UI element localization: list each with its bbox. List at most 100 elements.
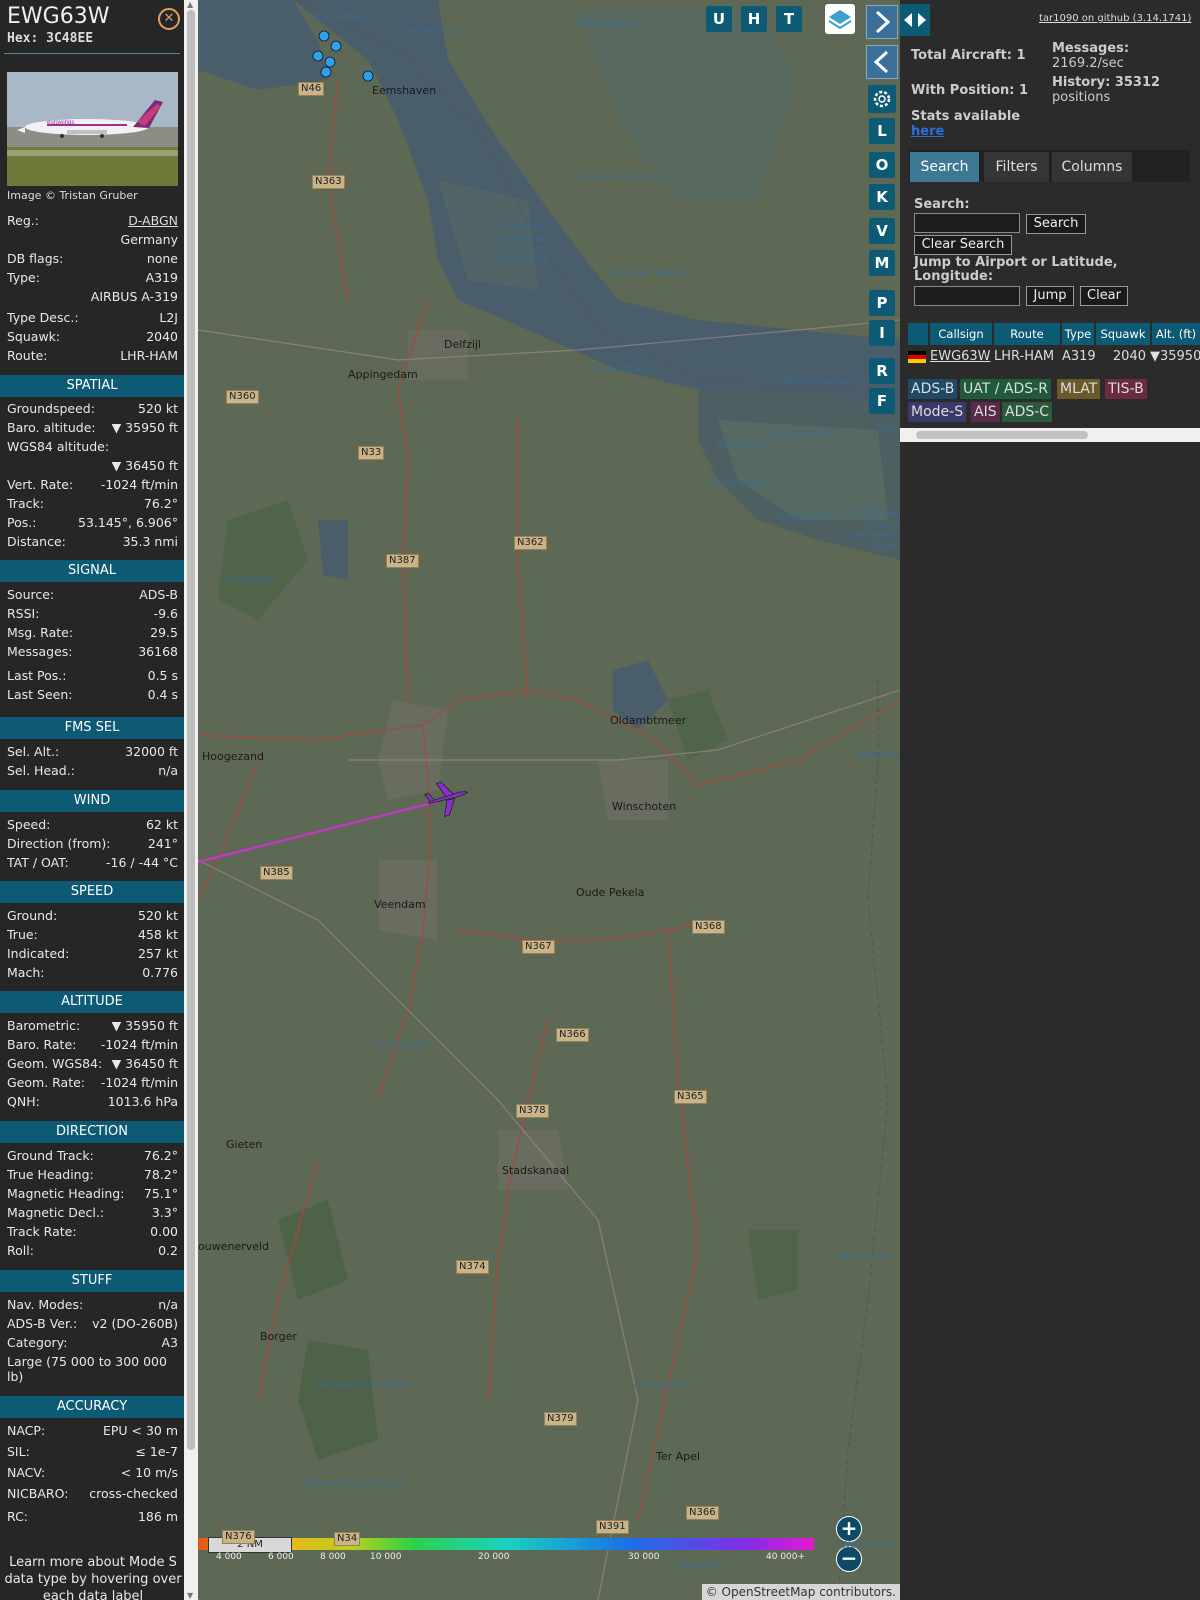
- jump-button[interactable]: Jump: [1026, 286, 1074, 306]
- detail-label[interactable]: Type:: [7, 270, 40, 285]
- speed-label[interactable]: True:: [7, 927, 38, 942]
- signal-label[interactable]: Last Seen:: [7, 687, 72, 702]
- altitude-legend-label: 8 000: [320, 1552, 346, 1562]
- table-header-altitude[interactable]: Alt. (ft): [1152, 323, 1200, 345]
- tab-filters[interactable]: Filters: [984, 152, 1049, 182]
- stuff-row: Nav. Modes: n/a: [7, 1297, 178, 1315]
- direction-label[interactable]: Roll:: [7, 1243, 34, 1258]
- map-toggle-k-button[interactable]: K: [869, 184, 895, 210]
- detail-label[interactable]: Route:: [7, 348, 48, 363]
- github-link[interactable]: tar1090 on github (3.14.1741): [1039, 13, 1191, 24]
- accuracy-label[interactable]: RC:: [7, 1509, 28, 1524]
- direction-label[interactable]: True Heading:: [7, 1167, 94, 1182]
- tab-search[interactable]: Search: [910, 152, 979, 182]
- tab-columns[interactable]: Columns: [1052, 152, 1132, 182]
- map-toggle-o-button[interactable]: O: [869, 152, 895, 178]
- toggle-sidebar-button[interactable]: [900, 4, 930, 36]
- row-callsign[interactable]: EWG63W: [930, 347, 992, 367]
- accuracy-label[interactable]: NACV:: [7, 1465, 45, 1480]
- map-toggle-v-button[interactable]: V: [869, 218, 895, 244]
- altitude-label[interactable]: Baro. Rate:: [7, 1037, 76, 1052]
- signal-label[interactable]: Source:: [7, 587, 54, 602]
- scroll-down-icon[interactable]: ▼: [187, 1591, 193, 1600]
- table-horizontal-scrollbar[interactable]: [900, 428, 1200, 442]
- stats-link[interactable]: here: [911, 124, 944, 139]
- scrollbar-thumb[interactable]: [916, 431, 1088, 439]
- settings-button[interactable]: [868, 85, 896, 113]
- fms-label[interactable]: Sel. Head.:: [7, 763, 75, 778]
- wind-label[interactable]: TAT / OAT:: [7, 855, 69, 870]
- direction-label[interactable]: Track Rate:: [7, 1224, 77, 1239]
- table-header-callsign[interactable]: Callsign: [930, 323, 992, 345]
- spatial-label[interactable]: Baro. altitude:: [7, 420, 96, 435]
- direction-label[interactable]: Magnetic Decl.:: [7, 1205, 104, 1220]
- accuracy-label[interactable]: NACP:: [7, 1423, 45, 1438]
- detail-label[interactable]: DB flags:: [7, 251, 63, 266]
- map-toggle-u-button[interactable]: U: [706, 6, 732, 32]
- layers-button[interactable]: [825, 4, 855, 34]
- section-header-accuracy: ACCURACY: [0, 1396, 184, 1418]
- table-header-squawk[interactable]: Squawk: [1096, 323, 1150, 345]
- altitude-label[interactable]: Barometric:: [7, 1018, 80, 1033]
- detail-label[interactable]: Reg.:: [7, 213, 39, 228]
- map-toggle-l-button[interactable]: L: [869, 118, 895, 144]
- map-toggle-h-button[interactable]: H: [741, 6, 767, 32]
- map-toggle-m-button[interactable]: M: [869, 250, 895, 276]
- close-icon[interactable]: ✕: [158, 8, 180, 30]
- map-view[interactable]: U H T + − 2 NM © OpenStreetMap contribut…: [198, 0, 900, 1600]
- stuff-label[interactable]: Nav. Modes:: [7, 1297, 83, 1312]
- scrollbar-thumb[interactable]: [187, 10, 195, 1450]
- detail-row: AIRBUS A-319: [7, 289, 178, 307]
- detail-label[interactable]: Type Desc.:: [7, 310, 79, 325]
- jump-input[interactable]: [914, 286, 1020, 306]
- collapse-panel-button[interactable]: [866, 45, 898, 79]
- row-type: A319: [1062, 349, 1096, 364]
- map-toggle-f-button[interactable]: F: [869, 388, 895, 414]
- wind-label[interactable]: Speed:: [7, 817, 50, 832]
- accuracy-label[interactable]: SIL:: [7, 1444, 30, 1459]
- wind-label[interactable]: Direction (from):: [7, 836, 111, 851]
- altitude-label[interactable]: Geom. Rate:: [7, 1075, 85, 1090]
- signal-label[interactable]: Msg. Rate:: [7, 625, 73, 640]
- search-input[interactable]: [914, 213, 1020, 233]
- clear-button[interactable]: Clear: [1080, 286, 1128, 306]
- stuff-label[interactable]: Category:: [7, 1335, 67, 1350]
- stuff-label[interactable]: ADS-B Ver.:: [7, 1316, 77, 1331]
- detail-label[interactable]: Squawk:: [7, 329, 60, 344]
- map-toggle-p-button[interactable]: P: [869, 290, 895, 316]
- spatial-label[interactable]: Vert. Rate:: [7, 477, 73, 492]
- map-toggle-t-button[interactable]: T: [776, 6, 802, 32]
- direction-label[interactable]: Ground Track:: [7, 1148, 94, 1163]
- table-header-route[interactable]: Route: [994, 323, 1060, 345]
- accuracy-label[interactable]: NICBARO:: [7, 1486, 68, 1501]
- scroll-up-icon[interactable]: ▲: [187, 0, 193, 9]
- spatial-label[interactable]: Groundspeed:: [7, 401, 95, 416]
- table-header-type[interactable]: Type: [1062, 323, 1094, 345]
- clear-search-button[interactable]: Clear Search: [914, 235, 1012, 255]
- signal-label[interactable]: RSSI:: [7, 606, 39, 621]
- signal-label[interactable]: Last Pos.:: [7, 668, 66, 683]
- search-button[interactable]: Search: [1026, 214, 1086, 234]
- wind-value: -16 / -44 °C: [106, 855, 178, 870]
- aircraft-photo[interactable]: eurowings: [7, 72, 178, 186]
- direction-value: 76.2°: [143, 1148, 178, 1163]
- speed-label[interactable]: Mach:: [7, 965, 44, 980]
- zoom-in-button[interactable]: +: [836, 1516, 862, 1542]
- spatial-label[interactable]: Pos.:: [7, 515, 36, 530]
- altitude-label[interactable]: QNH:: [7, 1094, 40, 1109]
- map-toggle-i-button[interactable]: I: [869, 320, 895, 346]
- map-toggle-r-button[interactable]: R: [869, 358, 895, 384]
- signal-label[interactable]: Messages:: [7, 644, 73, 659]
- speed-label[interactable]: Indicated:: [7, 946, 69, 961]
- speed-label[interactable]: Ground:: [7, 908, 57, 923]
- expand-panel-button[interactable]: [866, 5, 898, 39]
- direction-label[interactable]: Magnetic Heading:: [7, 1186, 124, 1201]
- info-panel-scrollbar[interactable]: ▲ ▼: [184, 0, 198, 1600]
- spatial-label[interactable]: Track:: [7, 496, 44, 511]
- altitude-label[interactable]: Geom. WGS84:: [7, 1056, 102, 1071]
- spatial-label[interactable]: WGS84 altitude:: [7, 439, 109, 454]
- map-attribution[interactable]: © OpenStreetMap contributors.: [701, 1584, 900, 1600]
- spatial-label[interactable]: Distance:: [7, 534, 66, 549]
- fms-label[interactable]: Sel. Alt.:: [7, 744, 59, 759]
- detail-value[interactable]: D-ABGN: [128, 213, 178, 228]
